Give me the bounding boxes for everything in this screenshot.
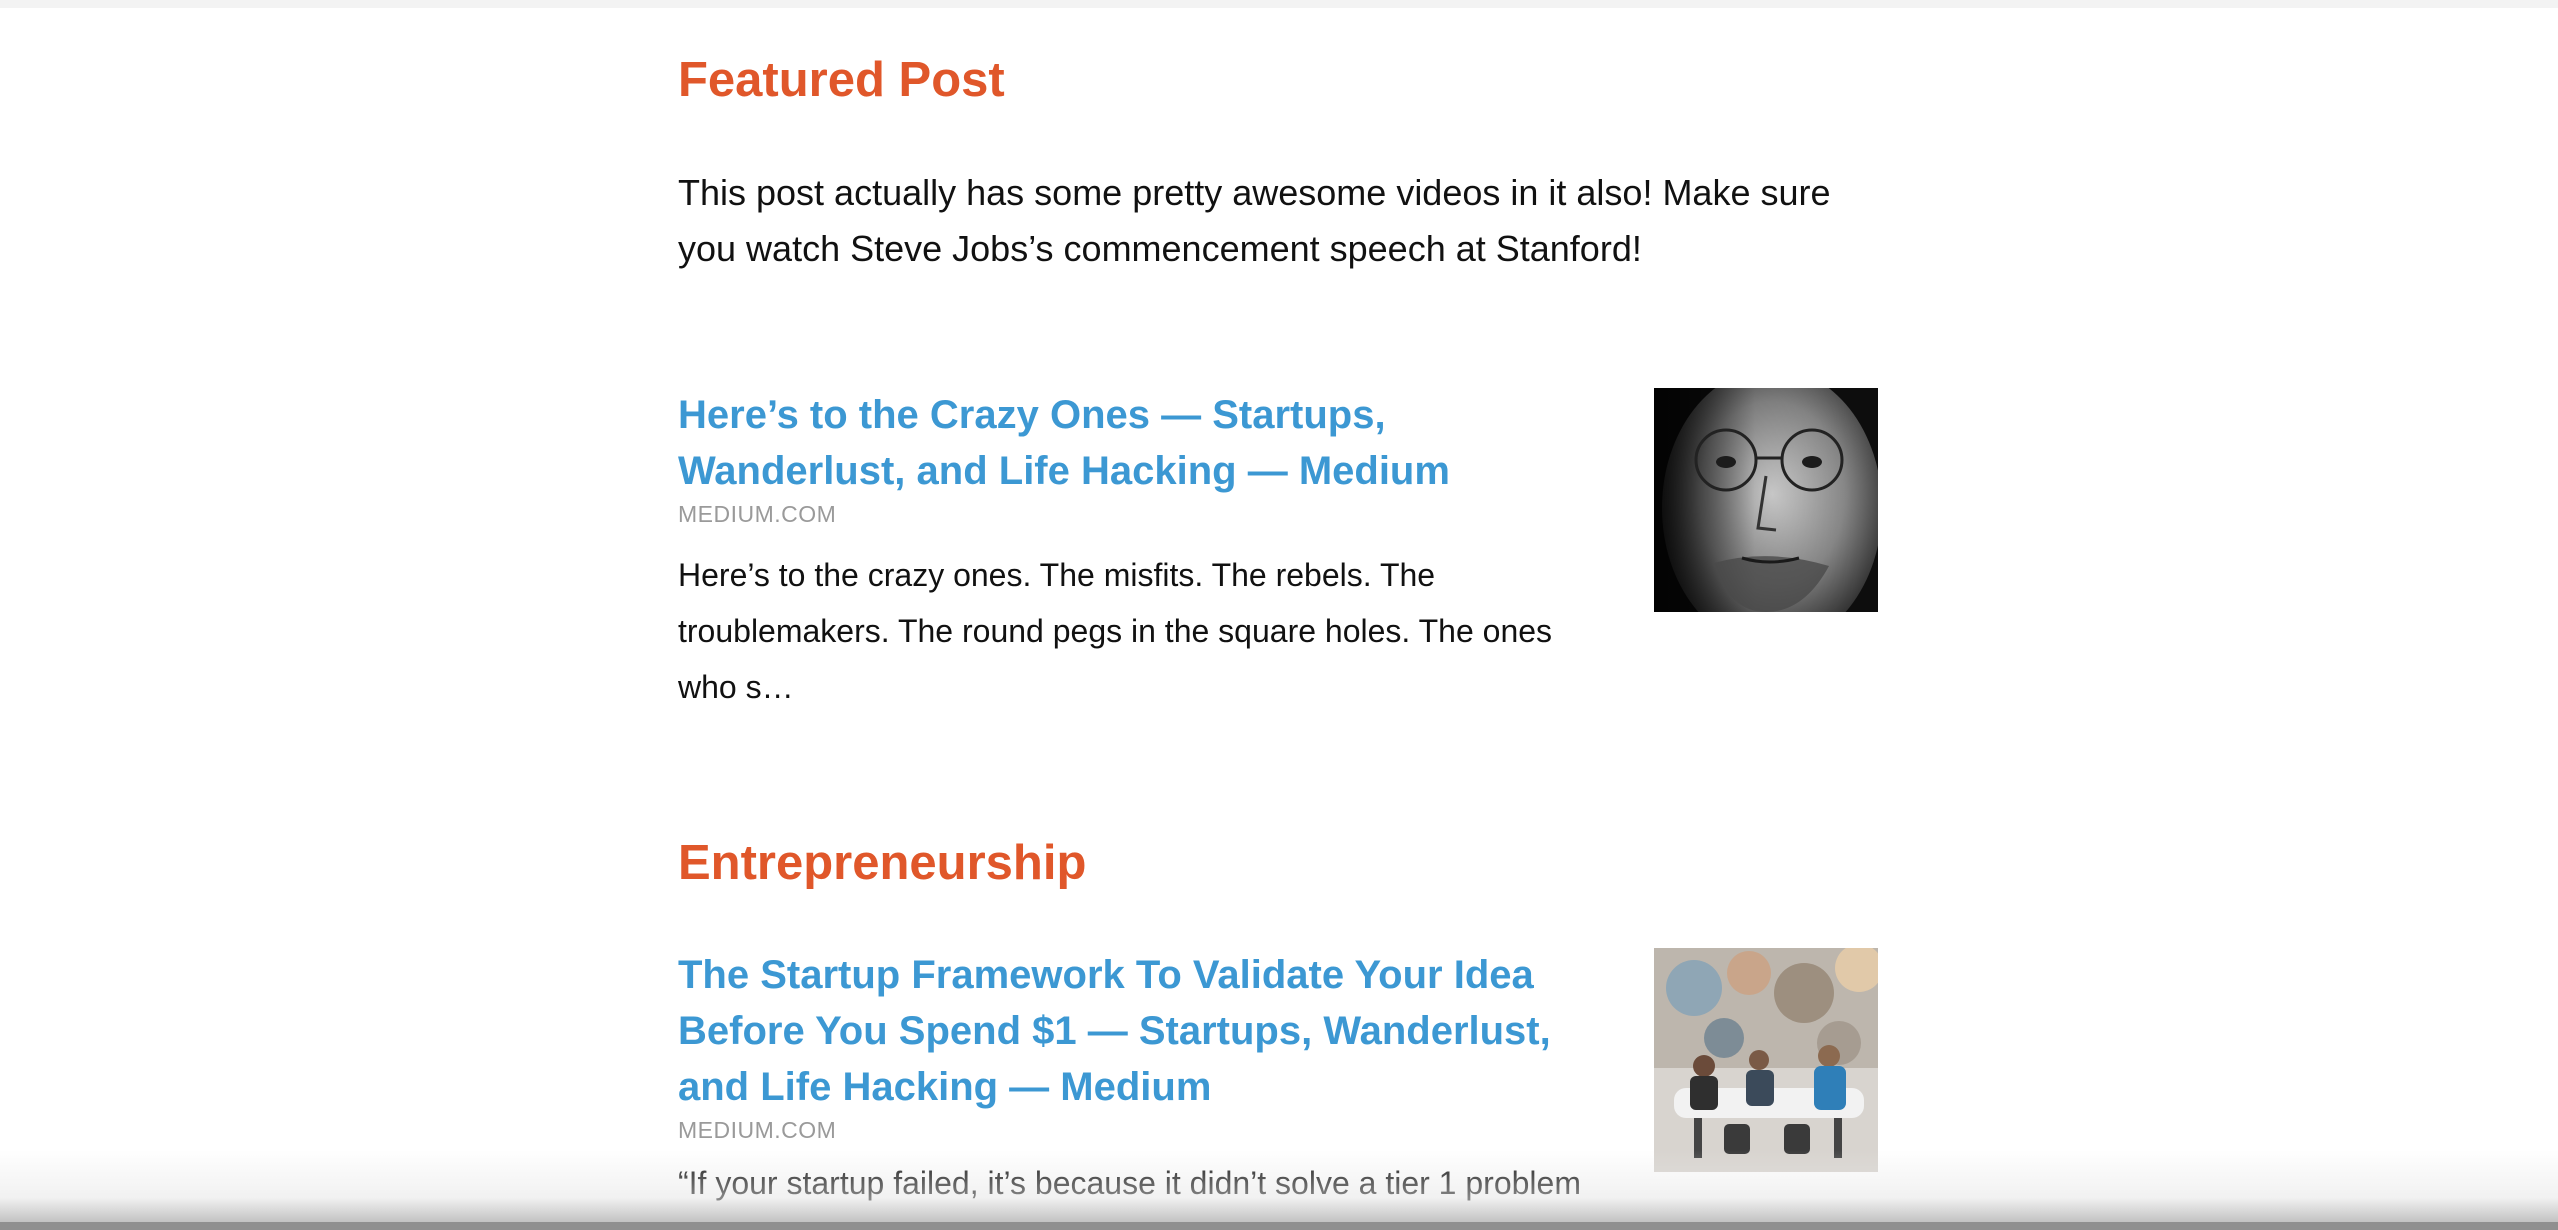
featured-card-thumbnail[interactable]	[1654, 388, 1878, 612]
bottom-window-edge	[0, 1222, 2558, 1230]
featured-card-excerpt: Here’s to the crazy ones. The misfits. T…	[678, 557, 1553, 705]
featured-card-title-link[interactable]: Here’s to the Crazy Ones — Startups, Wan…	[678, 387, 1588, 499]
featured-post-heading: Featured Post	[678, 53, 1005, 107]
entrepreneurship-card-excerpt: “If your startup failed, it’s because it…	[678, 1165, 1581, 1201]
top-bar	[0, 0, 2558, 8]
entrepreneurship-heading: Entrepreneurship	[678, 836, 1087, 890]
entrepreneurship-card-title-link[interactable]: The Startup Framework To Validate Your I…	[678, 947, 1588, 1115]
portrait-photo-icon	[1654, 388, 1878, 612]
office-team-photo-icon	[1654, 948, 1878, 1172]
featured-intro-text: This post actually has some pretty aweso…	[678, 172, 1831, 269]
entrepreneurship-card-thumbnail[interactable]	[1654, 948, 1878, 1172]
